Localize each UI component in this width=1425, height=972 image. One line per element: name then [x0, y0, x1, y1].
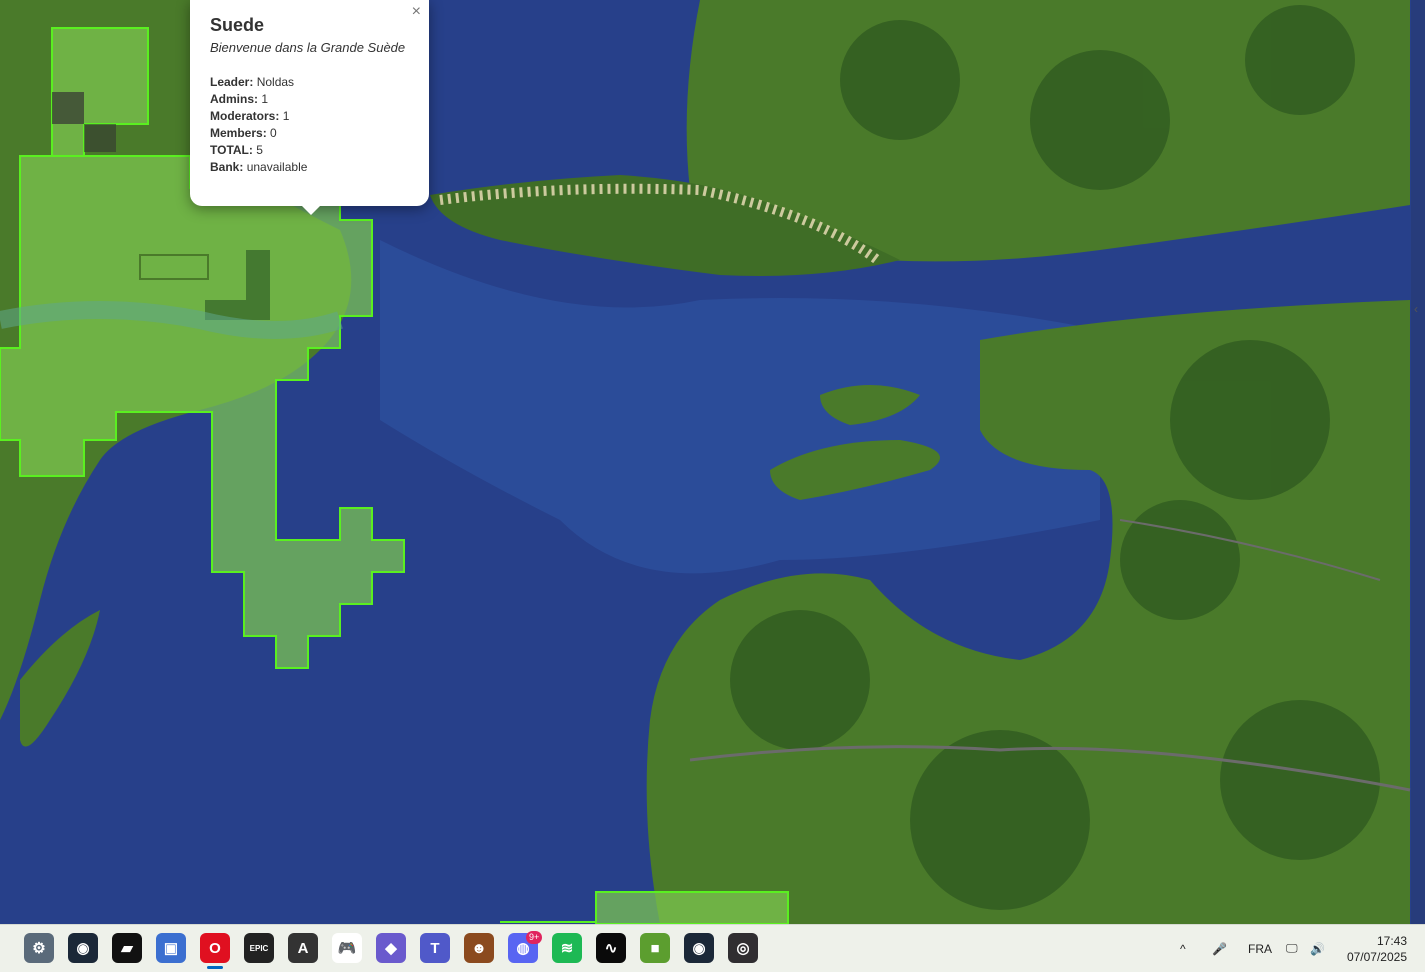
language-indicator[interactable]: FRA	[1248, 925, 1272, 972]
audio-app-icon[interactable]: ∿	[596, 933, 626, 963]
epic-games-icon[interactable]: EPIC	[244, 933, 274, 963]
opera-icon[interactable]: O	[200, 933, 230, 963]
leader-row: Leader: Noldas	[210, 75, 295, 89]
claim-building-dark-2	[84, 124, 116, 152]
clock[interactable]: 17:43 07/07/2025	[1347, 933, 1407, 965]
total-value: 5	[256, 143, 263, 157]
admins-value: 1	[261, 92, 269, 106]
game-character-icon[interactable]: ☻	[464, 933, 494, 963]
volume-icon[interactable]: 🔊	[1310, 925, 1325, 972]
claim-building-dark	[52, 92, 84, 124]
moderators-value: 1	[282, 109, 290, 123]
active-indicator	[207, 966, 223, 969]
popup-subtitle: Bienvenue dans la Grande Suède	[210, 40, 406, 55]
side-panel-handle[interactable]: ‹	[1411, 0, 1425, 924]
popup-stats: Leader: Noldas Admins: 1 Moderators: 1 M…	[210, 74, 307, 176]
discord-badge: 9+	[526, 931, 543, 944]
game-launcher-icon[interactable]: ▰	[112, 933, 142, 963]
popup-tip	[301, 205, 321, 215]
admins-row: Admins: 1	[210, 92, 269, 106]
teams-icon[interactable]: T	[420, 933, 450, 963]
clock-date: 07/07/2025	[1346, 950, 1407, 964]
launcher-a-icon[interactable]: A	[288, 933, 318, 963]
leader-value: Noldas	[256, 75, 295, 89]
steam-icon[interactable]: ◉	[68, 933, 98, 963]
claimed-territory-south	[595, 891, 789, 924]
members-row: Members: 0	[210, 126, 277, 140]
bank-row: Bank: unavailable	[210, 160, 308, 174]
steam-icon-2[interactable]: ◉	[684, 933, 714, 963]
territory-popup: × Suede Bienvenue dans la Grande Suède L…	[190, 0, 429, 215]
vpn-shield-icon[interactable]: ◆	[376, 933, 406, 963]
gamepad-icon[interactable]: 🎮	[332, 933, 362, 963]
network-icon[interactable]: 🖵	[1286, 925, 1298, 972]
close-icon[interactable]: ×	[412, 3, 421, 21]
show-hidden-icons-icon[interactable]: ^	[1180, 925, 1186, 972]
spotify-icon[interactable]: ≋	[552, 933, 582, 963]
moderators-row: Moderators: 1	[210, 109, 290, 123]
total-row: TOTAL: 5	[210, 143, 263, 157]
settings-icon[interactable]: ⚙	[24, 933, 54, 963]
minecraft-icon[interactable]: ■	[640, 933, 670, 963]
obs-icon[interactable]: ◎	[728, 933, 758, 963]
members-value: 0	[270, 126, 277, 140]
folder-app-icon[interactable]: ▣	[156, 933, 186, 963]
popup-title: Suede	[210, 15, 265, 35]
bank-value: unavailable	[246, 160, 308, 174]
clock-time: 17:43	[1376, 934, 1407, 948]
microphone-icon[interactable]: 🎤	[1212, 925, 1227, 972]
taskbar: ⚙ ◉ ▰ ▣ O EPIC A 🎮 ◆ T ☻ ◍ 9+ ≋ ∿ ■ ◉ ◎ ^ 🎤 FRA 🖵 🔊 17:43…	[0, 924, 1425, 972]
chevron-left-icon[interactable]: ‹	[1414, 302, 1418, 316]
